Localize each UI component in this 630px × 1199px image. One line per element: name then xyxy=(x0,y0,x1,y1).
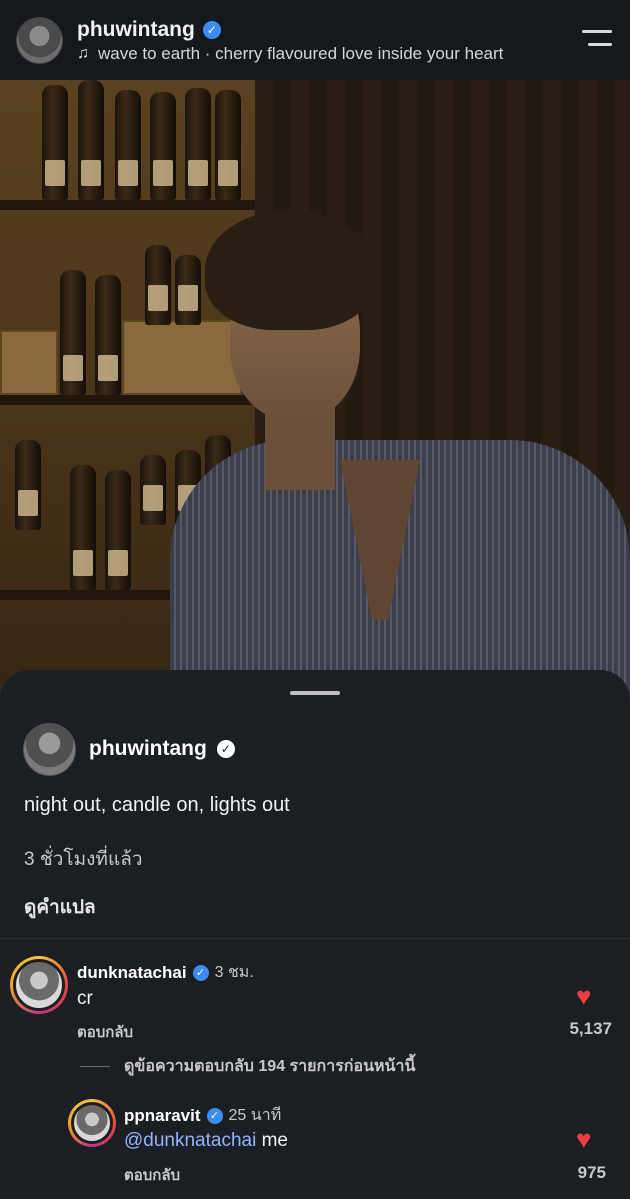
reply-button[interactable]: ตอบกลับ xyxy=(77,1020,133,1044)
comment-header: dunknatachai ✓ 3 ชม. xyxy=(77,960,254,985)
reply-header: ppnaravit ✓ 25 นาที xyxy=(124,1103,281,1128)
menu-icon[interactable] xyxy=(582,30,612,48)
reply-text: me xyxy=(256,1130,289,1151)
post-timestamp: 3 ชั่วโมงที่แล้ว xyxy=(24,849,143,870)
heart-icon[interactable]: ♥ xyxy=(576,983,591,1009)
reply-username[interactable]: ppnaravit xyxy=(124,1106,201,1126)
reply-button[interactable]: ตอบกลับ xyxy=(124,1163,180,1187)
see-translation-link[interactable]: ดูคำแปล xyxy=(24,892,96,922)
person xyxy=(170,210,630,700)
comment-time: 3 ชม. xyxy=(214,964,254,981)
view-replies-label[interactable]: ดูข้อความตอบกลับ 194 รายการก่อนหน้านี้ xyxy=(124,1054,415,1079)
verified-badge-icon: ✓ xyxy=(216,740,235,758)
header-username[interactable]: phuwintang xyxy=(77,18,195,42)
comment-username[interactable]: dunknatachai xyxy=(77,963,187,983)
verified-badge-icon: ✓ xyxy=(206,1107,223,1124)
drag-handle[interactable] xyxy=(290,691,340,695)
like-count: 975 xyxy=(577,1163,606,1182)
view-replies-button[interactable]: ดูข้อความตอบกลับ 194 รายการก่อนหน้านี้ xyxy=(80,1054,415,1079)
reply-text-row: @dunknatachai me xyxy=(124,1130,288,1152)
post-caption: night out, candle on, lights out xyxy=(24,794,290,816)
comment-avatar[interactable] xyxy=(10,956,68,1014)
post-author-row[interactable]: phuwintang ✓ xyxy=(89,737,235,761)
heart-icon[interactable]: ♥ xyxy=(576,1126,591,1152)
avatar[interactable] xyxy=(16,17,63,64)
post-author-avatar[interactable] xyxy=(23,723,76,776)
verified-badge-icon: ✓ xyxy=(192,964,209,981)
verified-badge-icon: ✓ xyxy=(202,21,221,39)
mention-link[interactable]: @dunknatachai xyxy=(124,1130,256,1151)
header-username-row[interactable]: phuwintang ✓ xyxy=(77,18,221,42)
post-photo[interactable] xyxy=(0,80,630,700)
music-row[interactable]: ♫ wave to earth · cherry flavoured love … xyxy=(77,44,503,64)
music-note-icon: ♫ xyxy=(77,45,89,62)
divider xyxy=(0,938,630,939)
comments-sheet: phuwintang ✓ night out, candle on, light… xyxy=(0,670,630,1199)
post-author-username[interactable]: phuwintang xyxy=(89,737,207,761)
story-header: phuwintang ✓ ♫ wave to earth · cherry fl… xyxy=(0,0,630,80)
reply-time: 25 นาที xyxy=(228,1107,282,1124)
divider-line xyxy=(80,1066,110,1067)
music-title: wave to earth · cherry flavoured love in… xyxy=(98,44,504,63)
reply-avatar[interactable] xyxy=(68,1099,116,1147)
comment-text: cr xyxy=(77,988,93,1009)
like-count: 5,137 xyxy=(569,1019,612,1038)
